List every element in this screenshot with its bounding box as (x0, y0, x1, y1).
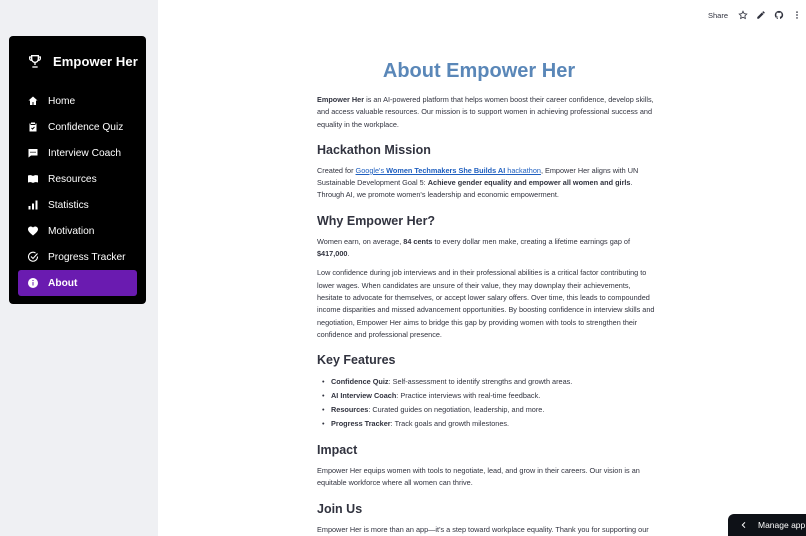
heart-icon (27, 225, 39, 237)
why-cents: 84 cents (403, 236, 433, 246)
sidebar-item-interview-coach[interactable]: Interview Coach (9, 140, 137, 166)
why-text-c: . (347, 249, 350, 259)
page-title: About Empower Her (382, 60, 576, 82)
sidebar: Empower Her Home Confidence Quiz Intervi… (9, 36, 146, 304)
left-pane: Empower Her Home Confidence Quiz Intervi… (0, 0, 158, 536)
share-button[interactable]: Share (708, 11, 728, 20)
sidebar-item-motivation[interactable]: Motivation (9, 218, 137, 244)
hackathon-paragraph: Created for Google's Women Techmakers Sh… (317, 165, 655, 202)
hackathon-link-pre: Google's (355, 165, 387, 175)
sidebar-item-statistics[interactable]: Statistics (9, 192, 137, 218)
home-icon (27, 95, 39, 107)
feature-desc: : Track goals and growth milestones. (390, 419, 510, 429)
manage-app-button[interactable]: Manage app (728, 514, 806, 536)
features-list: Confidence Quiz: Self-assessment to iden… (317, 375, 655, 431)
impact-heading: Impact (317, 443, 358, 458)
intro-bold: Empower Her (317, 95, 365, 104)
hackathon-heading: Hackathon Mission (317, 142, 431, 157)
list-item: AI Interview Coach: Practice interviews … (322, 389, 655, 403)
sidebar-item-label: Motivation (48, 225, 95, 237)
edit-pencil-icon[interactable] (756, 10, 766, 20)
sidebar-item-label: Progress Tracker (48, 251, 126, 263)
why-paragraph-2: Low confidence during job interviews and… (317, 268, 655, 339)
github-icon[interactable] (774, 10, 784, 20)
features-heading: Key Features (317, 353, 396, 368)
sidebar-item-label: Resources (48, 173, 97, 185)
join-paragraph: Empower Her is more than an app—it's a s… (317, 524, 649, 534)
check-circle-icon (27, 251, 39, 263)
why-text-a: Women earn, on average, (317, 236, 404, 246)
sidebar-item-label: Home (48, 95, 76, 107)
hackathon-pre: Created for (317, 165, 356, 175)
manage-app-label: Manage app (758, 520, 806, 530)
chat-icon (27, 147, 39, 159)
feature-desc: : Self-assessment to identify strengths … (388, 377, 573, 387)
why-heading: Why Empower Her? (317, 213, 436, 228)
why-paragraph-1: Women earn, on average, 84 cents to ever… (317, 236, 655, 261)
sidebar-item-label: About (48, 277, 78, 289)
brand-title: Empower Her (53, 53, 138, 69)
sidebar-item-about[interactable]: About (18, 270, 137, 296)
sidebar-item-label: Statistics (48, 199, 89, 211)
brand: Empower Her (9, 50, 146, 72)
book-icon (27, 173, 39, 185)
feature-name: Progress Tracker (331, 419, 391, 429)
feature-name: Confidence Quiz (331, 377, 389, 387)
list-item: Confidence Quiz: Self-assessment to iden… (322, 375, 655, 389)
hackathon-link-bold: Women Techmakers She Builds AI (386, 165, 506, 175)
sidebar-item-label: Confidence Quiz (48, 121, 124, 133)
why-text-b: to every dollar men make, creating a lif… (432, 236, 631, 246)
join-heading: Join Us (317, 501, 363, 516)
feature-desc: : Practice interviews with real-time fee… (396, 391, 541, 401)
sidebar-item-label: Interview Coach (48, 147, 122, 159)
intro-paragraph: Empower Her is an AI-powered platform th… (317, 94, 655, 131)
why-gap: $417,000 (317, 249, 348, 259)
more-vertical-icon[interactable] (792, 10, 802, 20)
feature-desc: : Curated guides on negotiation, leaders… (368, 405, 545, 415)
list-item: Resources: Curated guides on negotiation… (322, 403, 655, 417)
star-icon[interactable] (738, 10, 748, 20)
impact-paragraph: Empower Her equips women with tools to n… (317, 466, 640, 488)
info-icon (27, 277, 39, 289)
feature-name: Resources (331, 405, 369, 415)
feature-name: AI Interview Coach (331, 391, 397, 401)
sidebar-item-confidence-quiz[interactable]: Confidence Quiz (9, 114, 137, 140)
intro-text: is an AI-powered platform that helps wom… (317, 95, 654, 129)
clipboard-check-icon (27, 121, 39, 133)
sidebar-item-progress-tracker[interactable]: Progress Tracker (9, 244, 137, 270)
chevron-left-icon (740, 521, 748, 529)
top-toolbar: Share (708, 8, 802, 22)
bar-chart-icon (27, 199, 39, 211)
sidebar-item-resources[interactable]: Resources (9, 166, 137, 192)
main-content: About Empower Her Empower Her is an AI-p… (317, 60, 655, 536)
sidebar-item-home[interactable]: Home (9, 88, 137, 114)
hackathon-goal: Achieve gender equality and empower all … (427, 178, 631, 188)
hackathon-link[interactable]: Google's Women Techmakers She Builds AI … (356, 166, 541, 175)
trophy-icon (27, 52, 43, 70)
list-item: Progress Tracker: Track goals and growth… (322, 417, 655, 431)
hackathon-link-post: hackathon (505, 165, 541, 175)
